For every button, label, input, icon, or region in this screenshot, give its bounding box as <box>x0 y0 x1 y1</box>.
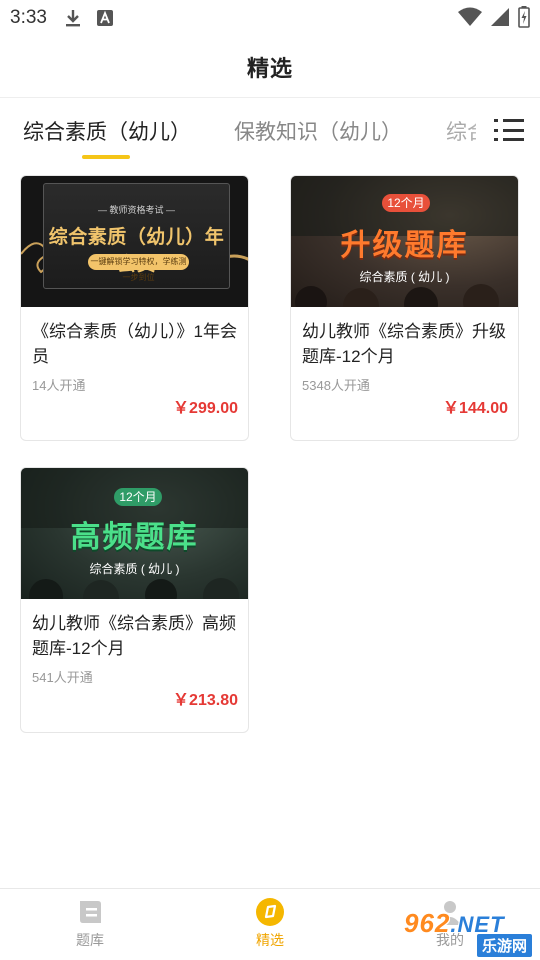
tab-comprehensive-partial[interactable]: 综合 <box>446 116 476 146</box>
thumbnail-main-text: 升级题库 <box>340 229 469 262</box>
nav-label: 题库 <box>76 932 104 948</box>
category-menu-icon[interactable] <box>494 117 524 143</box>
subscriber-count: 541人开通 <box>32 670 93 685</box>
thumbnail-sub-text: 综合素质 ( 幼儿 ) <box>89 562 180 576</box>
product-thumbnail: 12个月 升级题库 综合素质 ( 幼儿 ) <box>291 176 518 307</box>
app-header: 精选 <box>0 36 540 98</box>
product-title: 幼儿教师《综合素质》升级题库-12个月 <box>302 322 506 366</box>
product-title: 幼儿教师《综合素质》高频题库-12个月 <box>32 614 236 658</box>
subscriber-count: 14人开通 <box>32 378 86 393</box>
featured-icon <box>256 898 284 926</box>
nav-label: 精选 <box>256 932 284 948</box>
category-tabs: 综合素质（幼儿） 保教知识（幼儿） 综合 <box>0 98 540 164</box>
product-title: 《综合素质（幼儿）》1年会员 <box>32 322 237 366</box>
site-watermark: 962.NET 乐游网 <box>404 908 534 957</box>
thumbnail-sub-text: 综合素质 ( 幼儿 ) <box>359 270 450 284</box>
watermark-subtitle: 乐游网 <box>476 934 532 957</box>
tab-comprehensive-quality[interactable]: 综合素质（幼儿） <box>23 116 191 146</box>
duration-badge: 12个月 <box>382 194 430 212</box>
product-price: ￥213.80 <box>173 692 238 709</box>
product-thumbnail: 12个月 高频题库 综合素质 ( 幼儿 ) <box>21 468 248 599</box>
duration-badge: 12个月 <box>114 488 162 506</box>
thumbnail-main-text: 高频题库 <box>70 521 199 554</box>
thumbnail-frame: — 教师资格考试 — 综合素质（幼儿）年会员 一键解锁学习特权，学练测一步到位 <box>43 183 230 289</box>
product-price: ￥144.00 <box>443 400 508 417</box>
tab-care-education-knowledge[interactable]: 保教知识（幼儿） <box>234 116 402 146</box>
font-a-icon <box>95 8 115 28</box>
page-title: 精选 <box>246 55 293 81</box>
subscriber-count: 5348人开通 <box>302 378 370 393</box>
download-icon <box>63 8 83 28</box>
question-bank-icon <box>80 901 101 923</box>
product-price: ￥299.00 <box>173 400 238 417</box>
status-time: 3:33 <box>10 7 47 28</box>
product-card[interactable]: 12个月 升级题库 综合素质 ( 幼儿 ) 幼儿教师《综合素质》升级题库-12个… <box>290 175 519 441</box>
thumbnail-top-text: — 教师资格考试 — <box>97 205 175 215</box>
product-card[interactable]: — 教师资格考试 — 综合素质（幼儿）年会员 一键解锁学习特权，学练测一步到位 … <box>20 175 249 441</box>
nav-item-featured[interactable]: 精选 <box>230 897 310 950</box>
nav-item-question-bank[interactable]: 题库 <box>50 897 130 950</box>
product-card[interactable]: 12个月 高频题库 综合素质 ( 幼儿 ) 幼儿教师《综合素质》高频题库-12个… <box>20 467 249 733</box>
status-icons-right <box>458 6 530 33</box>
product-thumbnail: — 教师资格考试 — 综合素质（幼儿）年会员 一键解锁学习特权，学练测一步到位 <box>21 176 248 307</box>
signal-icon <box>490 7 510 32</box>
active-tab-indicator <box>82 155 130 159</box>
thumbnail-pill-text: 一键解锁学习特权，学练测一步到位 <box>88 254 189 282</box>
wifi-icon <box>458 7 482 32</box>
battery-icon <box>518 6 530 33</box>
status-bar: 3:33 <box>0 0 540 36</box>
